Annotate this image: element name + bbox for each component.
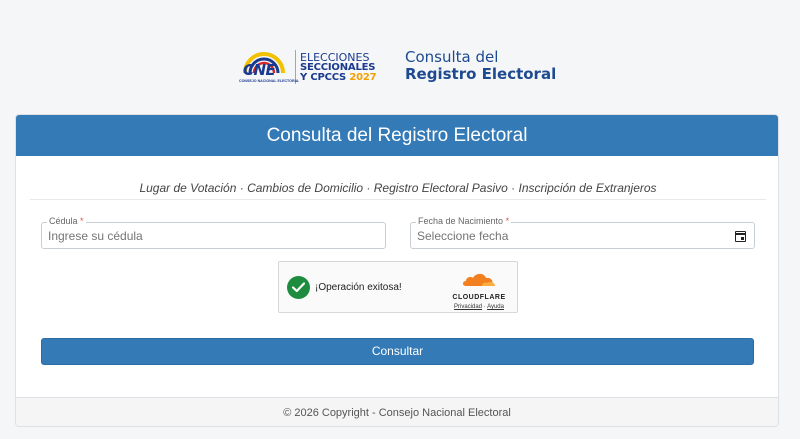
card-heading: Consulta del Registro Electoral: [16, 115, 778, 156]
privacy-link[interactable]: Privacidad: [454, 304, 482, 310]
consulta-card: Consulta del Registro Electoral Lugar de…: [15, 114, 779, 427]
cloudflare-links: Privacidad · Ayuda: [449, 304, 509, 310]
elecciones-line3: Y CPCCS 2027: [300, 71, 377, 83]
links-separator: ·: [483, 304, 486, 310]
captcha-message: ¡Operación exitosa!: [315, 282, 402, 293]
subtitle-divider: [30, 199, 766, 200]
cne-subtitle: CONSEJO NACIONAL ELECTORAL: [239, 79, 300, 83]
fecha-required-mark: *: [505, 216, 510, 226]
cne-abbr: CNE: [243, 61, 276, 79]
cloudflare-cloud-icon: [463, 273, 495, 286]
cedula-field[interactable]: Cédula *: [41, 216, 386, 249]
services-subtitle: Lugar de Votación · Cambios de Domicilio…: [139, 181, 657, 195]
elecciones-line1: ELECCIONES: [300, 50, 370, 64]
cloudflare-brand: CLOUDFLARE Privacidad · Ayuda: [449, 271, 509, 310]
elecciones-cpccs: Y CPCCS: [300, 71, 347, 83]
cloudflare-name: CLOUDFLARE: [452, 294, 506, 301]
cedula-input[interactable]: [48, 229, 348, 243]
fecha-field[interactable]: Fecha de Nacimiento *: [410, 216, 755, 249]
cedula-required-mark: *: [80, 216, 84, 226]
consultar-button[interactable]: Consultar: [41, 338, 754, 365]
copyright-footer: © 2026 Copyright - Consejo Nacional Elec…: [16, 397, 778, 426]
cne-logo: CNE CONSEJO NACIONAL ELECTORAL: [239, 47, 299, 87]
fecha-label-text: Fecha de Nacimiento: [418, 216, 504, 226]
elecciones-wordmark: ELECCIONES SECCIONALES Y CPCCS 2027: [300, 50, 377, 83]
cedula-label: Cédula *: [47, 216, 86, 226]
elecciones-logo: CNE CONSEJO NACIONAL ELECTORAL ELECCIONE…: [239, 47, 377, 87]
header-title-line2: Registro Electoral: [405, 64, 557, 83]
fecha-input[interactable]: [417, 229, 717, 243]
fecha-label: Fecha de Nacimiento *: [416, 216, 512, 226]
cloudflare-captcha[interactable]: ¡Operación exitosa! CLOUDFLARE Privacida…: [278, 261, 518, 313]
header-title-line1: Consulta del: [405, 48, 499, 66]
header-title: Consulta del Registro Electoral: [405, 49, 556, 82]
elecciones-year: 2027: [349, 71, 377, 83]
cedula-label-text: Cédula: [49, 216, 78, 226]
page-header: CNE CONSEJO NACIONAL ELECTORAL ELECCIONE…: [0, 0, 800, 112]
success-check-icon: [287, 276, 310, 299]
help-link[interactable]: Ayuda: [487, 304, 504, 310]
calendar-icon[interactable]: [735, 231, 746, 242]
